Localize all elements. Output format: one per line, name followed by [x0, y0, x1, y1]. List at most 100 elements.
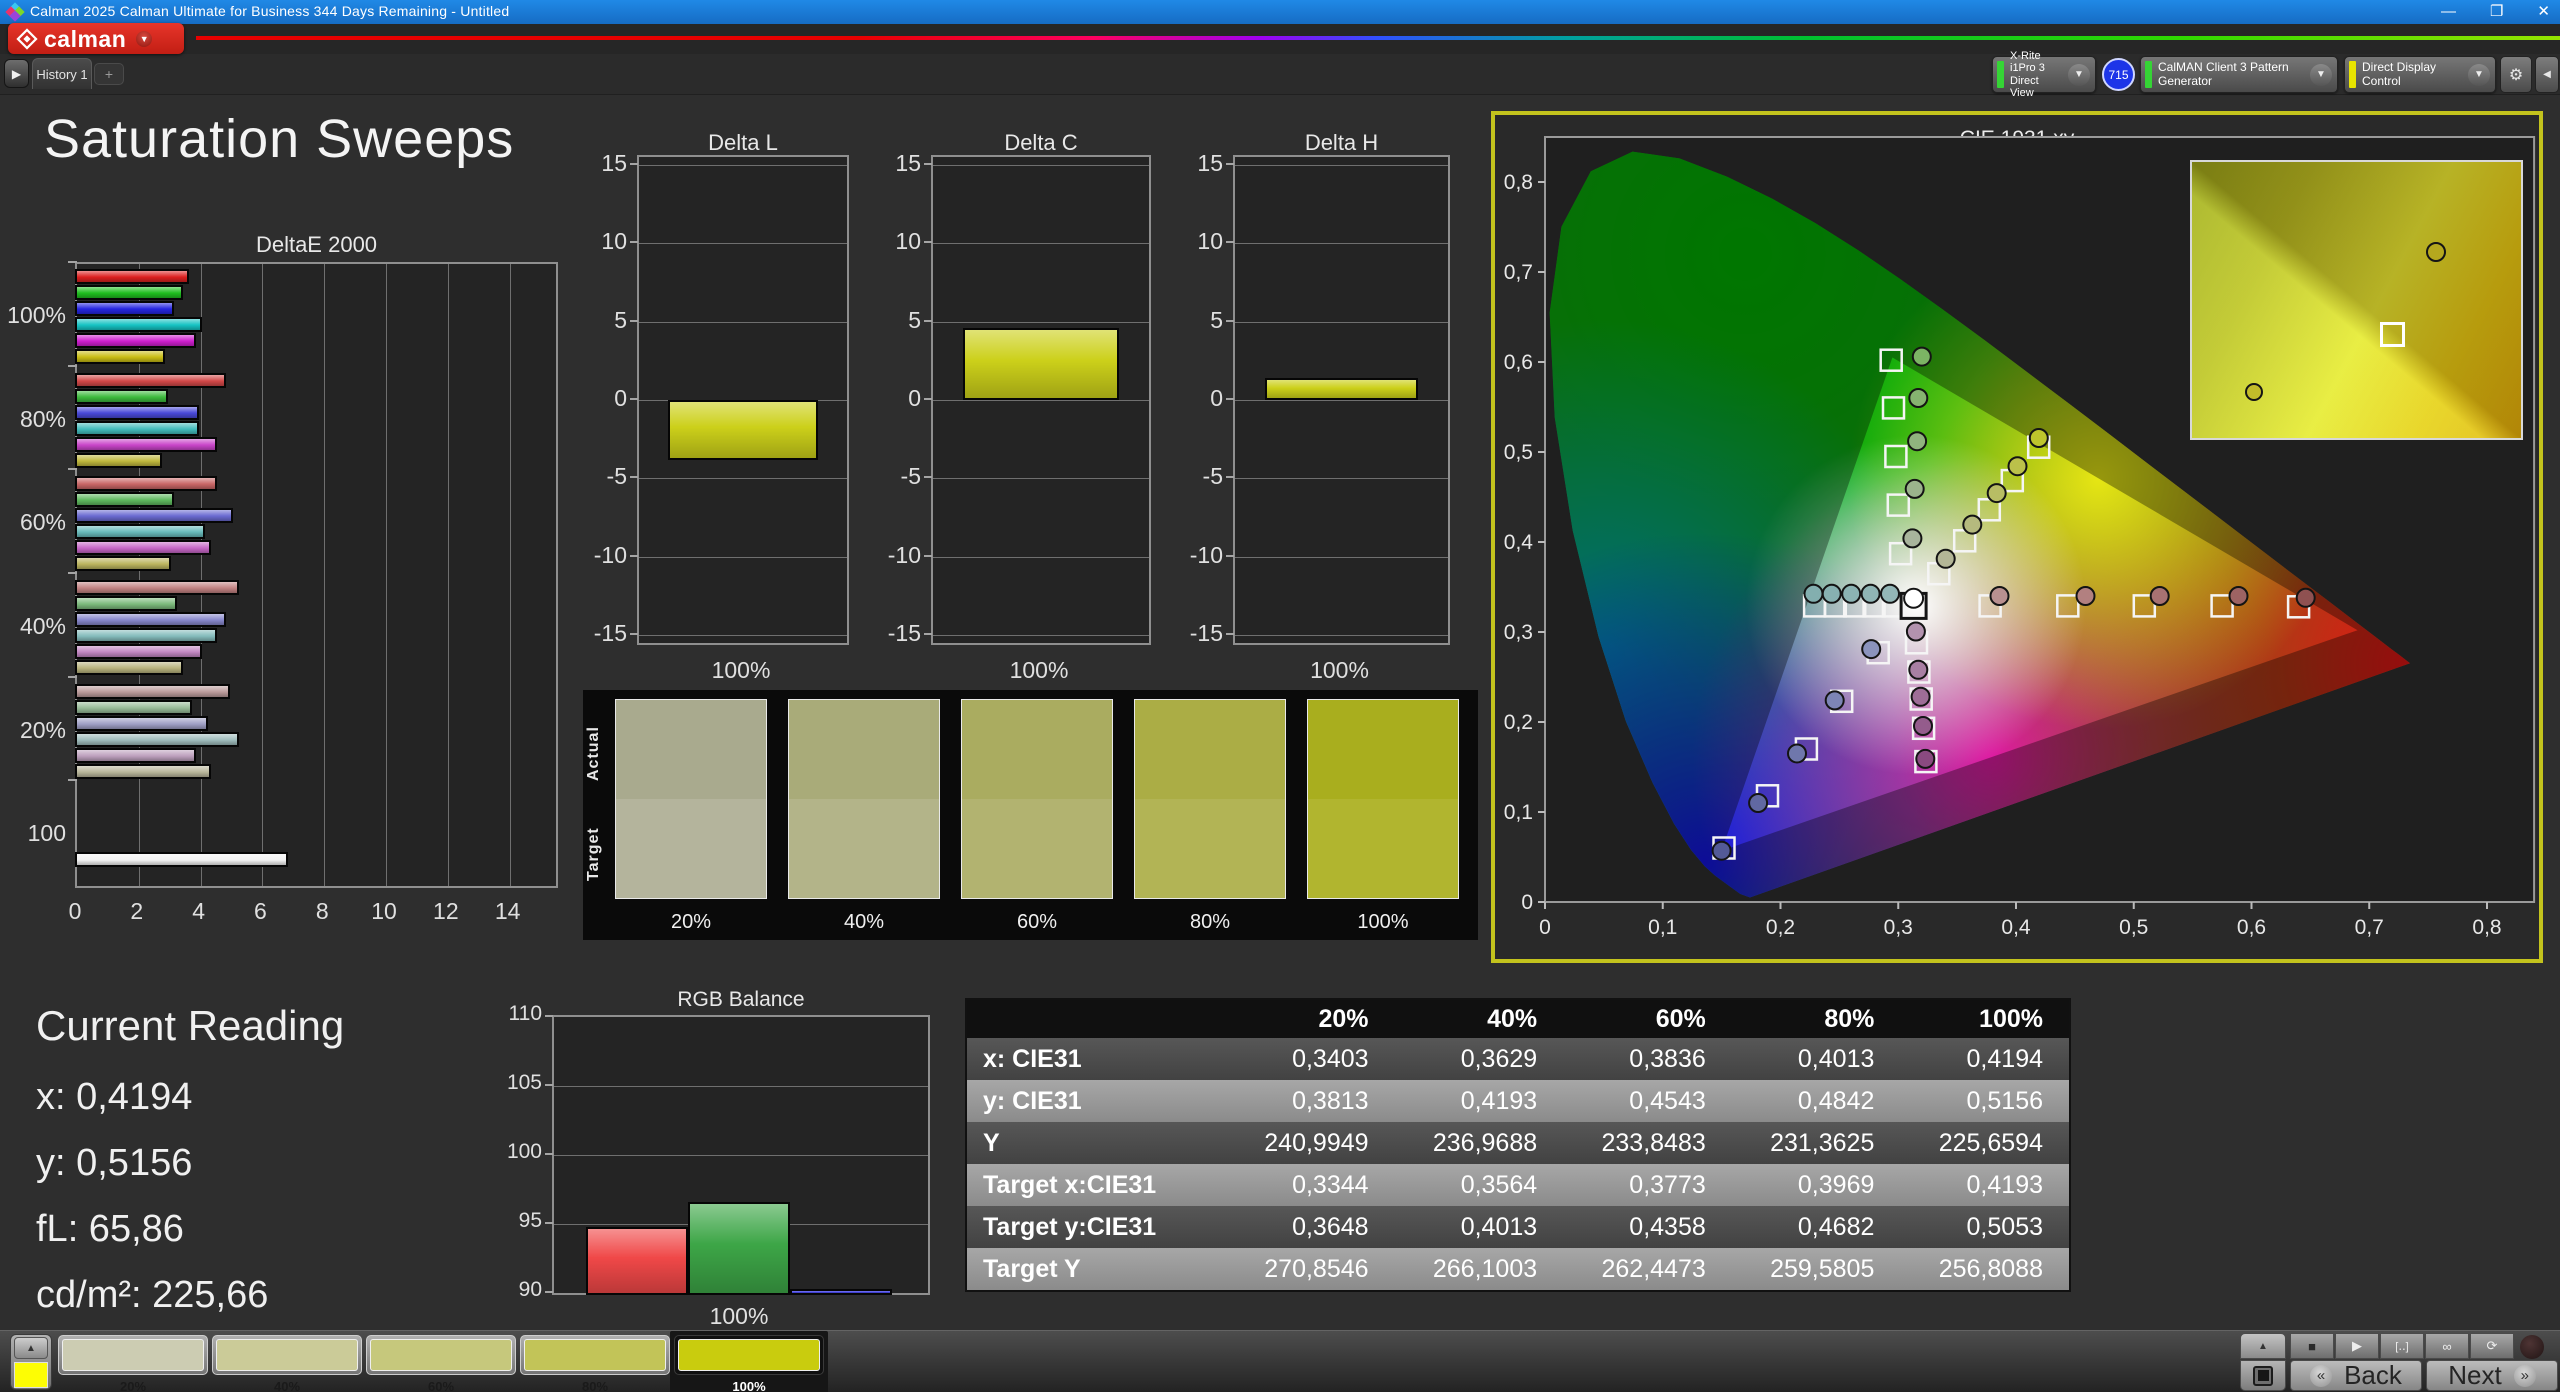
collapse-icon: ◀ — [2543, 69, 2551, 80]
stop-button[interactable]: ■ — [2290, 1333, 2334, 1359]
close-icon[interactable]: ✕ — [2537, 0, 2550, 24]
measured-circle — [2149, 586, 2170, 606]
table-cell: 262,4473 — [1563, 1248, 1732, 1290]
collapse-panel-button[interactable]: ◀ — [2535, 56, 2559, 93]
pattern-button-20%[interactable] — [58, 1335, 208, 1375]
row-label: Target Y — [967, 1248, 1226, 1290]
deltae-bar-magenta — [75, 333, 196, 348]
delta-y-tick: 10 — [895, 228, 921, 255]
table-cell: 0,3564 — [1394, 1164, 1564, 1206]
deltae-group-label: 40% — [19, 612, 66, 639]
delta-h-chart[interactable] — [1233, 155, 1450, 645]
deltae-bar-yellow — [75, 349, 165, 364]
display-control-dropdown[interactable]: Direct Display Control ▼ — [2344, 56, 2496, 93]
pattern-button-80%[interactable] — [520, 1335, 670, 1375]
deltae-bar-magenta — [75, 747, 196, 763]
back-button[interactable]: « Back — [2290, 1360, 2422, 1391]
deltae-bar-blue — [75, 612, 227, 627]
cie-1931-chart-panel[interactable]: CIE 1931 xy 00,10,20,30,40,50,60,70,800,… — [1491, 111, 2543, 963]
source-dropdown[interactable]: CalMAN Client 3 Pattern Generator ▼ — [2140, 56, 2338, 93]
continuous-button[interactable]: ∞ — [2425, 1333, 2469, 1359]
meter-dropdown[interactable]: X-Rite i1Pro 3 Direct View ▼ — [1992, 50, 2096, 99]
svg-text:0,3: 0,3 — [1504, 621, 1533, 644]
pattern-label: 40% — [273, 1379, 301, 1392]
swatch-column-label: 60% — [1016, 911, 1058, 933]
plus-icon: + — [104, 66, 114, 82]
maximize-icon[interactable]: ❐ — [2490, 0, 2503, 24]
rgb-x-label: 100% — [709, 1303, 769, 1329]
measured-circle — [1908, 659, 1929, 680]
actual-target-swatch-panel: Actual Target 20% 40% 60% 80% 100% — [583, 690, 1478, 940]
current-reading-panel: Current Reading x: 0,4194 y: 0,5156 fL: … — [36, 1002, 344, 1340]
svg-text:0,4: 0,4 — [2001, 916, 2031, 939]
target-swatch — [961, 799, 1113, 899]
table-row: Target y:CIE31 0,3648 0,4013 0,4358 0,4682 0,… — [967, 1206, 2069, 1248]
deltae-chart[interactable] — [75, 262, 558, 888]
stop-measure-button[interactable] — [2240, 1360, 2286, 1391]
deltae-x-tick: 8 — [315, 898, 329, 924]
minimize-icon[interactable]: — — [2441, 0, 2456, 24]
table-cell: 233,8483 — [1563, 1122, 1732, 1164]
delta-y-tick: -5 — [900, 463, 921, 490]
pattern-swatch — [524, 1339, 666, 1371]
deltae-bar-magenta — [75, 540, 211, 556]
next-icon: » — [2513, 1364, 2536, 1387]
deltae-chart-title: DeltaE 2000 — [255, 232, 378, 257]
table-cell: 0,3344 — [1225, 1164, 1395, 1206]
delta-y-tick: 5 — [908, 306, 921, 333]
table-cell: 0,4842 — [1731, 1080, 1901, 1122]
row-label: Y — [967, 1122, 1226, 1164]
deltae-group-label: 100 — [27, 820, 66, 847]
rgb-bar-green — [688, 1201, 790, 1295]
pattern-button-100%[interactable] — [674, 1335, 824, 1375]
cie-zoom-inset — [2190, 160, 2523, 440]
tab-nav-icon: ▶ — [11, 66, 22, 81]
deltae-bar-white — [75, 852, 289, 867]
transport-up-button[interactable]: ▲ — [2240, 1333, 2286, 1359]
deltae-bar-green — [75, 596, 177, 611]
expand-patterns-button[interactable]: ▲ — [14, 1337, 48, 1359]
svg-text:0,2: 0,2 — [1504, 711, 1533, 734]
measured-circle — [1904, 478, 1925, 499]
delta-x-label: 100% — [1009, 657, 1069, 683]
delta-x-label: 100% — [1310, 657, 1369, 683]
deltae-bar-cyan — [75, 628, 218, 643]
rgb-balance-chart[interactable] — [552, 1015, 930, 1295]
current-reading-title: Current Reading — [36, 1002, 345, 1049]
row-label: Target y:CIE31 — [967, 1206, 1226, 1248]
table-cell: 0,4013 — [1731, 1038, 1901, 1080]
pattern-button-60%[interactable] — [366, 1335, 516, 1375]
deltae-bar-red — [75, 683, 230, 699]
swatch-column: 100% — [1307, 699, 1459, 949]
target-swatch — [1307, 799, 1459, 899]
deltae-bar-blue — [75, 301, 174, 316]
rgb-bar-red — [586, 1226, 688, 1295]
svg-text:0: 0 — [1539, 916, 1551, 939]
delta-y-tick: -15 — [593, 620, 627, 647]
refresh-button[interactable]: ⟳ — [2470, 1333, 2514, 1359]
add-tab-button[interactable]: + — [94, 63, 124, 85]
tab-history-1[interactable]: History 1 — [32, 58, 92, 89]
play-button[interactable]: ▶ — [2335, 1333, 2379, 1359]
inset-target-marker — [2379, 322, 2405, 348]
table-cell: 231,3625 — [1731, 1122, 1901, 1164]
pattern-button-40%[interactable] — [212, 1335, 362, 1375]
step-button[interactable]: [‥] — [2380, 1333, 2424, 1359]
measured-circle — [1908, 388, 1929, 408]
pattern-swatch — [216, 1339, 358, 1371]
table-cell: 259,5805 — [1731, 1248, 1901, 1290]
calman-menu-button[interactable]: calman ▼ — [8, 23, 184, 54]
swatch-column-label: 100% — [1357, 911, 1409, 933]
table-cell: 0,4543 — [1563, 1080, 1732, 1122]
tab-nav-button[interactable]: ▶ — [4, 59, 29, 88]
table-row: Target Y 270,8546 266,1003 262,4473 259,5805… — [967, 1248, 2069, 1290]
next-button[interactable]: Next » — [2426, 1360, 2558, 1391]
delta-c-chart[interactable] — [931, 155, 1151, 645]
settings-button[interactable]: ⚙ — [2500, 56, 2532, 93]
delta_l-bar — [668, 400, 818, 460]
delta-l-chart[interactable] — [637, 155, 849, 645]
table-header — [967, 1000, 1226, 1038]
inset-measured-marker — [2244, 382, 2263, 401]
delta-y-tick: 15 — [601, 149, 627, 176]
rgb-y-tick: 105 — [506, 1071, 542, 1094]
